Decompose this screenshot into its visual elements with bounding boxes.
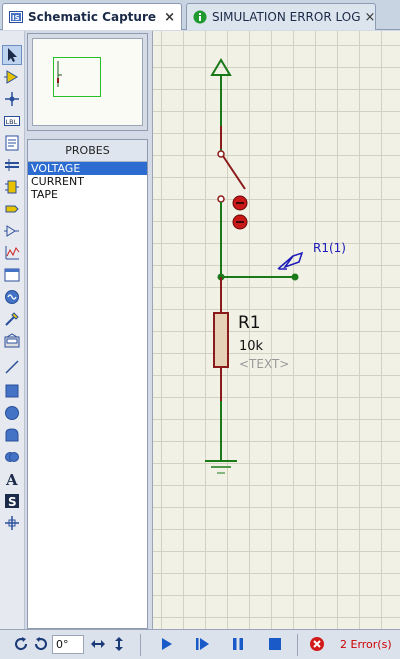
list-item-current[interactable]: CURRENT [28, 175, 147, 188]
schematic-icon: IS [9, 11, 23, 23]
tape-recorder-icon[interactable] [2, 265, 22, 285]
text-script-icon[interactable] [2, 133, 22, 153]
line-icon[interactable] [2, 357, 22, 377]
arc-icon[interactable] [2, 425, 22, 445]
component-mode-icon[interactable] [2, 67, 22, 87]
wire-label-icon[interactable]: LBL [2, 111, 22, 131]
circle-icon[interactable] [2, 403, 22, 423]
generator-icon[interactable] [2, 287, 22, 307]
step-icon[interactable] [194, 636, 210, 652]
device-pin-icon[interactable] [2, 221, 22, 241]
list-item-voltage[interactable]: VOLTAGE [28, 162, 147, 175]
voltage-probe-icon[interactable] [2, 309, 22, 329]
rotation-angle-field[interactable]: 0° [52, 635, 84, 654]
box-icon[interactable] [2, 381, 22, 401]
bus-icon[interactable] [2, 155, 22, 175]
schematic-drawing [205, 58, 304, 474]
info-icon [193, 10, 207, 24]
resistor-text-label: <TEXT> [239, 357, 290, 371]
play-icon[interactable] [158, 636, 174, 652]
separator [140, 634, 141, 656]
resistor-r1[interactable] [213, 277, 229, 401]
schematic-canvas[interactable]: R1 10k <TEXT> R1(1) [152, 31, 400, 629]
close-icon[interactable]: × [365, 10, 376, 25]
select-arrow-icon[interactable] [2, 45, 22, 65]
resistor-reference-label: R1 [238, 313, 261, 333]
svg-text:LBL: LBL [6, 118, 18, 126]
rotate-cw-icon[interactable] [13, 636, 29, 652]
tab-label: Schematic Capture [28, 10, 157, 24]
probe-wire[interactable] [217, 273, 299, 281]
separator [297, 634, 298, 656]
overview-circuit-thumbnail [57, 61, 62, 87]
symbol-icon[interactable]: S [2, 491, 22, 511]
tab-label: SIMULATION ERROR LOG [212, 10, 361, 24]
graph-mode-icon[interactable] [2, 243, 22, 263]
subcircuit-icon[interactable] [2, 177, 22, 197]
status-bar: 0° 2 Error(s) [0, 629, 400, 659]
tab-simulation-error-log[interactable]: SIMULATION ERROR LOG × [186, 3, 376, 30]
error-count-text[interactable]: 2 Error(s) [340, 638, 392, 651]
svg-text:IS: IS [12, 14, 20, 22]
close-icon[interactable]: × [164, 10, 175, 25]
text-icon[interactable]: A [2, 469, 22, 489]
terminal-icon[interactable] [2, 199, 22, 219]
path-icon[interactable] [2, 447, 22, 467]
voltage-probe[interactable] [277, 251, 304, 270]
marker-icon[interactable] [2, 513, 22, 533]
list-item-tape[interactable]: TAPE [28, 188, 147, 201]
tab-bar: IS Schematic Capture × SIMULATION ERROR … [0, 0, 400, 30]
mode-toolbar: LBL A S [0, 31, 25, 629]
junction-dot-icon[interactable] [2, 89, 22, 109]
probes-panel: PROBES VOLTAGE CURRENT TAPE [27, 139, 148, 629]
mirror-horizontal-icon[interactable] [90, 636, 106, 652]
virtual-instrument-icon[interactable] [2, 331, 22, 351]
tab-schematic-capture[interactable]: IS Schematic Capture × [2, 3, 182, 30]
svg-text:A: A [5, 471, 18, 487]
stop-icon[interactable] [267, 636, 283, 652]
svg-text:S: S [8, 495, 17, 509]
pause-icon[interactable] [230, 636, 246, 652]
overview-window[interactable] [27, 33, 148, 131]
probes-header: PROBES [28, 140, 147, 162]
mirror-vertical-icon[interactable] [111, 636, 127, 652]
switch-component[interactable] [217, 126, 248, 277]
rotate-ccw-icon[interactable] [33, 636, 49, 652]
ground-symbol[interactable] [205, 401, 237, 474]
error-icon[interactable] [309, 636, 325, 652]
resistor-value-label: 10k [239, 339, 264, 354]
overview-sheet [32, 38, 143, 126]
probe-label: R1(1) [313, 241, 346, 255]
